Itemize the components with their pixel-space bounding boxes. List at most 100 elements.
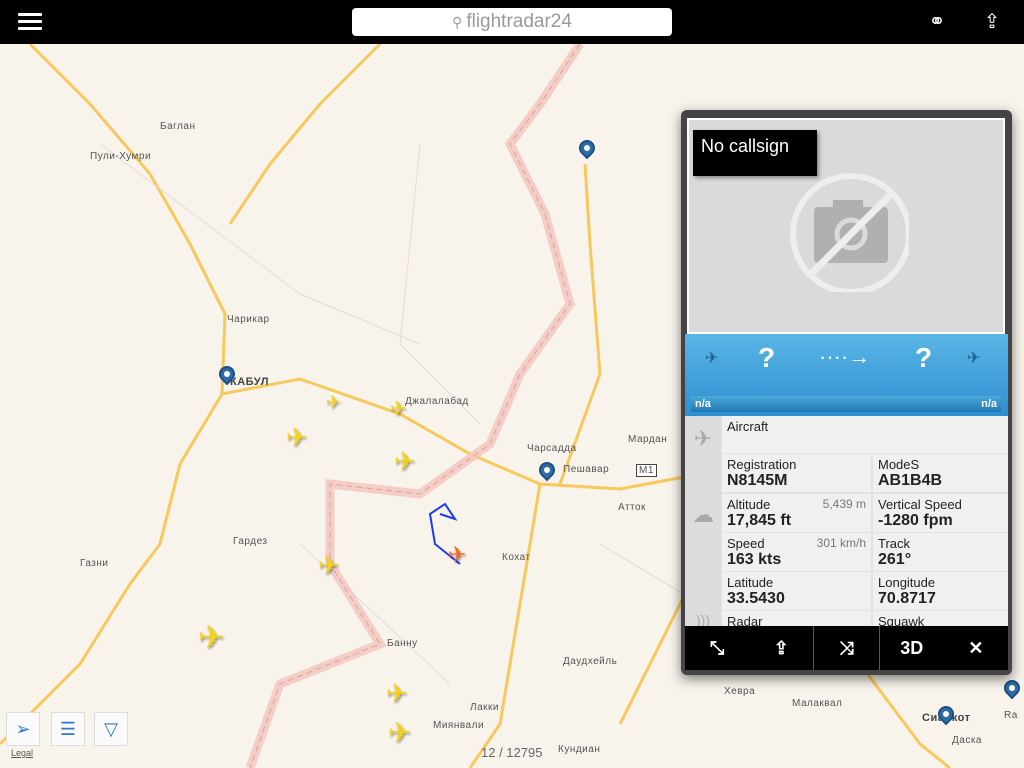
share-icon[interactable]: ⇪ (977, 8, 1007, 36)
legal-link[interactable]: Legal (11, 748, 33, 758)
flight-info-panel: No callsign ✈ ? ····→ ? ✈ n/a n/a ✈ ☁ )))… (681, 110, 1012, 675)
share-button[interactable]: ⇪ (749, 626, 813, 670)
field-label: ModeS (878, 457, 920, 472)
3d-view-button[interactable]: 3D (878, 626, 944, 670)
field-value: -1280 fpm (878, 512, 953, 529)
collapse-button[interactable]: ⤨ (813, 626, 878, 670)
map-label: Миянвали (433, 720, 485, 731)
radar-icon: ))) (696, 612, 710, 626)
latitude-field: Latitude 33.5430 (722, 572, 871, 610)
origin-airport[interactable]: ? (758, 342, 775, 374)
details-sidebar: ✈ ☁ ))) (685, 416, 721, 626)
route-bar: ✈ ? ····→ ? ✈ n/a n/a (685, 334, 1008, 416)
filter-icon: ▽ (104, 719, 118, 739)
map-label: Атток (618, 502, 646, 513)
map-label: Кохат (502, 552, 531, 563)
plane-icon[interactable]: ✈ (394, 446, 416, 477)
map-label: Гардез (233, 536, 268, 547)
map-label: Баглан (160, 121, 196, 132)
map-label: Кундиан (558, 744, 601, 755)
map-label: Мардан (628, 434, 668, 445)
aircraft-photo: No callsign (687, 118, 1005, 334)
longitude-field: Longitude 70.8717 (873, 572, 1008, 610)
departure-icon: ✈ (705, 350, 719, 367)
altitude-field: Altitude 17,845 ft 5,439 m (722, 494, 871, 532)
aircraft-count: 12 / 12795 (481, 745, 543, 760)
location-arrow-icon: ➢ (15, 719, 31, 739)
aircraft-type: Aircraft (722, 416, 1008, 453)
map-label: КАБУЛ (230, 376, 269, 388)
map-label: Ra (1004, 710, 1018, 721)
locate-me-button[interactable]: ➢ (6, 712, 40, 746)
field-value: N8145M (727, 472, 788, 489)
field-label: Registration (727, 457, 797, 472)
no-photo-icon (790, 173, 909, 292)
flight-details: ✈ ☁ ))) Aircraft Registration N8145M Mode… (685, 416, 1008, 626)
close-button[interactable]: ✕ (944, 626, 1008, 670)
panel-toolbar: ⤡ ⇪ ⤨ 3D ✕ (685, 626, 1008, 670)
map-label: Газни (80, 558, 109, 569)
map-label: Лакки (470, 702, 499, 713)
map-label: Даудхейль (563, 656, 618, 667)
field-value: 163 kts (727, 551, 782, 568)
filter-button[interactable]: ▽ (94, 712, 128, 746)
hamburger-icon[interactable] (18, 10, 42, 32)
map-label: Пули-Хумри (90, 151, 152, 162)
top-bar: ⚲ flightradar24 ⚭ ⇪ (0, 0, 1024, 44)
plane-icon[interactable]: ✈ (326, 392, 341, 413)
callsign: No callsign (693, 130, 817, 176)
destination-time: n/a (981, 398, 997, 410)
modes-field: ModeS AB1B4B (873, 454, 1008, 492)
plane-icon[interactable]: ✈ (198, 618, 225, 656)
map-label: Чарикар (227, 314, 270, 325)
progress-bar: n/a n/a (691, 396, 1001, 412)
field-label: Vertical Speed (878, 497, 962, 512)
field-value: AB1B4B (878, 472, 943, 489)
search-placeholder: flightradar24 (466, 11, 572, 32)
squawk-field: Squawk (873, 611, 1008, 626)
track-field: Track 261° (873, 533, 1008, 571)
selected-plane-icon[interactable]: ✈ (448, 542, 466, 568)
field-value: 17,845 ft (727, 512, 792, 529)
registration-field: Registration N8145M (722, 454, 871, 492)
plane-icon[interactable]: ✈ (318, 550, 340, 581)
destination-airport[interactable]: ? (915, 342, 932, 374)
map-label: M1 (636, 464, 657, 477)
plane-icon[interactable]: ✈ (388, 716, 411, 749)
sliders-icon: ☰ (59, 719, 77, 739)
field-label: Squawk (878, 614, 925, 626)
field-label: Latitude (727, 575, 774, 590)
field-value: 261° (878, 551, 912, 568)
route-button[interactable]: ⤡ (685, 626, 749, 670)
route-arrow-icon: ····→ (819, 344, 871, 369)
field-value: 70.8717 (878, 590, 936, 607)
map-label: Пешавар (563, 464, 610, 475)
field-label: Longitude (878, 575, 936, 590)
aircraft-icon: ✈ (693, 426, 713, 451)
map-label: Даска (952, 735, 982, 746)
origin-time: n/a (695, 398, 711, 410)
vertical-speed-field: Vertical Speed -1280 fpm (873, 494, 1008, 532)
speed-field: Speed 163 kts 301 km/h (722, 533, 871, 571)
arrival-icon: ✈ (967, 350, 981, 367)
plane-icon[interactable]: ✈ (386, 678, 408, 709)
settings-button[interactable]: ☰ (51, 712, 85, 746)
search-input[interactable]: ⚲ flightradar24 (352, 8, 672, 36)
plane-icon[interactable]: ✈ (390, 396, 407, 421)
field-alt-unit: 5,439 m (822, 497, 866, 511)
map-label: Джалалабад (405, 396, 469, 407)
binoculars-icon[interactable]: ⚭ (922, 8, 952, 36)
field-label: Track (878, 536, 911, 551)
field-label: Aircraft (727, 419, 769, 434)
map-label: Малаквал (792, 698, 843, 709)
map-label: Хевра (724, 686, 756, 697)
map-label: Чарсадда (527, 443, 577, 454)
cloud-icon: ☁ (692, 502, 714, 527)
radar-field: Radar (722, 611, 871, 626)
search-icon: ⚲ (452, 14, 463, 30)
field-label: Radar (727, 614, 763, 626)
plane-icon[interactable]: ✈ (286, 422, 308, 453)
field-value: 33.5430 (727, 590, 785, 607)
field-alt-unit: 301 km/h (816, 536, 866, 550)
map-label: Банну (387, 638, 418, 649)
